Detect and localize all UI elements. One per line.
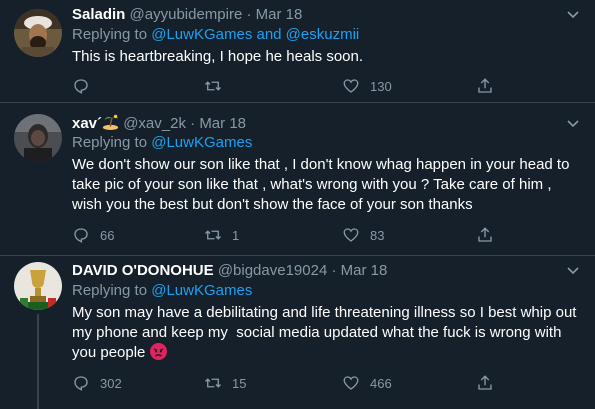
thread-line — [37, 314, 39, 409]
retweet-icon — [205, 378, 221, 388]
chevron-down-icon[interactable] — [565, 6, 581, 22]
heart-icon — [343, 79, 359, 93]
tweet-actions: 66 1 83 — [72, 225, 492, 245]
replying-to: Replying to @LuwKGames — [72, 133, 581, 153]
share-icon — [478, 78, 492, 93]
reply-count: 66 — [100, 227, 115, 243]
tweet-text: We don't show our son like that , I don'… — [72, 156, 574, 213]
replying-mentions[interactable]: @LuwKGames — [151, 282, 252, 299]
replying-to-label: Replying to — [72, 134, 152, 151]
reply-button[interactable]: 302 — [72, 373, 122, 393]
replying-to: Replying to @LuwKGames — [72, 281, 581, 301]
retweet-count: 1 — [232, 227, 240, 243]
display-name[interactable]: xav´ — [72, 114, 119, 132]
heart-icon — [343, 228, 359, 242]
user-handle[interactable]: @xav_2k — [123, 115, 186, 132]
retweet-button[interactable]: 15 — [204, 373, 246, 393]
like-button[interactable]: 83 — [342, 225, 384, 245]
like-count: 466 — [370, 375, 392, 391]
reply-button[interactable] — [72, 76, 100, 96]
separator-dot: · — [190, 115, 196, 132]
tweet-date[interactable]: Mar 18 — [256, 6, 303, 23]
tweet-header: Saladin @ayyubidempire · Mar 18 — [72, 5, 581, 25]
island-emoji-icon — [102, 114, 119, 130]
reply-icon — [74, 376, 88, 391]
chevron-down-icon[interactable] — [565, 115, 581, 131]
share-icon — [478, 375, 492, 390]
retweet-count: 15 — [232, 375, 247, 391]
like-count: 83 — [370, 227, 385, 243]
tweet[interactable]: xav´ @xav_2k · Mar 18 Replying to @LuwKG… — [0, 103, 595, 256]
like-count: 130 — [370, 78, 392, 94]
angry-face-icon — [149, 343, 167, 360]
retweet-icon — [205, 230, 221, 240]
tweet-date[interactable]: Mar 18 — [199, 115, 246, 132]
replying-to-label: Replying to — [72, 26, 152, 43]
user-handle[interactable]: @bigdave19024 — [218, 262, 327, 279]
retweet-button[interactable]: 1 — [204, 225, 239, 245]
tweet-text: This is heartbreaking, I hope he heals s… — [72, 48, 364, 65]
tweet-header: xav´ @xav_2k · Mar 18 — [72, 113, 581, 133]
tweet-text-content: My son may have a debilitating and life … — [72, 304, 581, 361]
tweet-text: My son may have a debilitating and life … — [72, 303, 581, 363]
like-button[interactable]: 466 — [342, 373, 392, 393]
reply-icon — [74, 79, 88, 94]
share-button[interactable] — [476, 225, 504, 245]
share-icon — [478, 227, 492, 242]
chevron-down-icon[interactable] — [565, 262, 581, 278]
tweet-actions: 130 — [72, 76, 492, 96]
heart-icon — [343, 376, 359, 390]
user-handle[interactable]: @ayyubidempire — [130, 6, 243, 23]
tweet-header: DAVID O'DONOHUE @bigdave19024 · Mar 18 — [72, 261, 581, 281]
replying-to: Replying to @LuwKGames and @eskuzmii — [72, 25, 581, 45]
avatar[interactable] — [14, 262, 62, 310]
tweet-actions: 302 15 466 — [72, 373, 492, 393]
display-name[interactable]: DAVID O'DONOHUE — [72, 262, 214, 279]
display-name[interactable]: Saladin — [72, 6, 125, 23]
avatar[interactable] — [14, 114, 62, 162]
tweet-feed: Saladin @ayyubidempire · Mar 18 Replying… — [0, 0, 595, 409]
separator-dot: · — [331, 262, 337, 279]
reply-icon — [74, 228, 88, 243]
reply-count: 302 — [100, 375, 122, 391]
replying-mentions[interactable]: @LuwKGames — [151, 134, 252, 151]
retweet-button[interactable] — [204, 76, 232, 96]
tweet-date[interactable]: Mar 18 — [341, 262, 388, 279]
avatar[interactable] — [14, 9, 62, 57]
like-button[interactable]: 130 — [342, 76, 392, 96]
retweet-icon — [205, 81, 221, 91]
display-name-text: xav — [72, 115, 98, 132]
replying-to-label: Replying to — [72, 282, 152, 299]
separator-dot: · — [246, 6, 252, 23]
replying-mentions[interactable]: @LuwKGames and @eskuzmii — [151, 26, 359, 43]
tweet[interactable]: DAVID O'DONOHUE @bigdave19024 · Mar 18 R… — [0, 256, 595, 409]
share-button[interactable] — [476, 76, 504, 96]
reply-button[interactable]: 66 — [72, 225, 114, 245]
share-button[interactable] — [476, 373, 504, 393]
tweet[interactable]: Saladin @ayyubidempire · Mar 18 Replying… — [0, 0, 595, 103]
